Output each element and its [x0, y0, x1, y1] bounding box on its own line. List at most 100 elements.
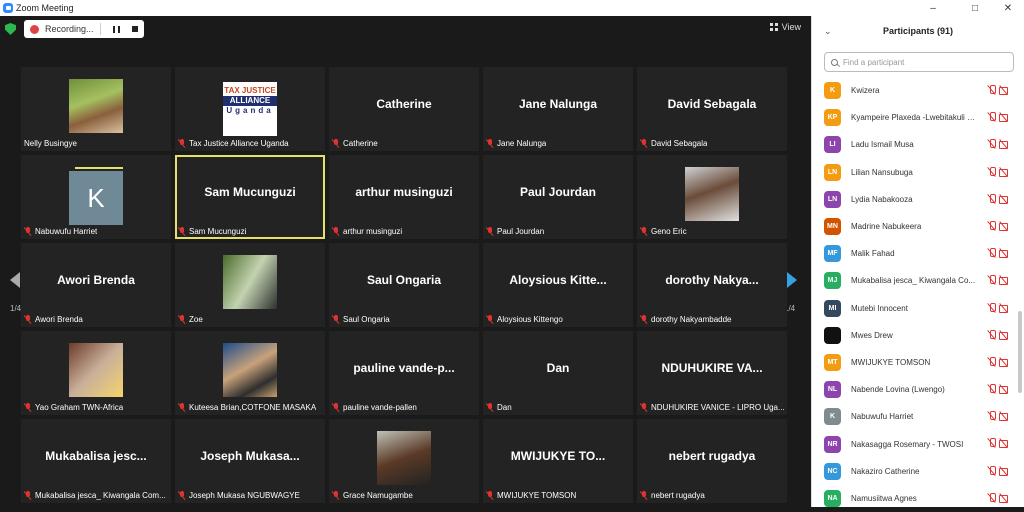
participant-row[interactable]: K Kwizera — [824, 77, 1009, 104]
avatar: MJ — [824, 272, 841, 290]
tile-name-text: Sam Mucunguzi — [189, 227, 247, 236]
video-tile[interactable]: Mukabalisa jesc... Mukabalisa jesca_ Kiwa… — [21, 419, 171, 503]
video-tile[interactable]: Kuteesa Brian,COTFONE MASAKA — [175, 331, 325, 415]
video-off-icon[interactable] — [999, 85, 1009, 95]
video-off-icon[interactable] — [999, 493, 1009, 503]
tile-name-label: nebert rugadya — [640, 491, 705, 500]
video-tile[interactable]: Catherine Catherine — [329, 67, 479, 151]
view-button[interactable]: View — [769, 22, 801, 32]
video-tile[interactable]: Geno Eric — [637, 155, 787, 239]
video-tile[interactable]: Nelly Busingye — [21, 67, 171, 151]
security-shield-icon[interactable] — [5, 23, 16, 35]
pause-recording-button[interactable] — [112, 25, 120, 33]
video-off-icon[interactable] — [999, 330, 1009, 340]
participant-row[interactable]: KP Kyampeire Plaxeda -Lwebitakuli C... — [824, 104, 1009, 131]
tile-name-text: Yao Graham TWN-Africa — [35, 403, 124, 412]
tile-name-label: Joseph Mukasa NGUBWAGYE — [178, 491, 300, 500]
participant-row[interactable]: MF Malik Fahad — [824, 240, 1009, 267]
tile-display-name: MWIJUKYE TO... — [510, 449, 606, 463]
video-tile[interactable]: Paul Jourdan Paul Jourdan — [483, 155, 633, 239]
participant-name: Lydia Nabakooza — [851, 194, 913, 204]
muted-mic-icon[interactable] — [987, 384, 997, 394]
participant-row[interactable]: LN Lilian Nansubuga — [824, 159, 1009, 186]
video-tile[interactable]: MWIJUKYE TO... MWIJUKYE TOMSON — [483, 419, 633, 503]
minimize-button[interactable]: – — [920, 0, 946, 16]
video-tile[interactable]: dorothy Nakya... dorothy Nakyambadde — [637, 243, 787, 327]
muted-mic-icon[interactable] — [987, 139, 997, 149]
muted-mic-icon — [178, 403, 186, 412]
muted-mic-icon[interactable] — [987, 411, 997, 421]
video-tile[interactable]: Dan Dan — [483, 331, 633, 415]
video-tile[interactable]: arthur musinguzi arthur musinguzi — [329, 155, 479, 239]
next-page-arrow-icon[interactable] — [787, 272, 797, 288]
participant-row[interactable]: LI Ladu Ismail Musa — [824, 131, 1009, 158]
muted-mic-icon[interactable] — [987, 329, 997, 340]
tile-name-text: NDUHUKIRE VANICE - LIPRO Uga... — [651, 403, 785, 412]
muted-mic-icon[interactable] — [987, 85, 997, 95]
video-tile[interactable]: Jane Nalunga Jane Nalunga — [483, 67, 633, 151]
video-off-icon[interactable] — [999, 384, 1009, 395]
stop-recording-button[interactable] — [131, 26, 138, 32]
video-tile[interactable]: David Sebagala David Sebagala — [637, 67, 787, 151]
video-tile[interactable]: NDUHUKIRE VA... NDUHUKIRE VANICE - LIPRO … — [637, 331, 787, 415]
muted-mic-icon[interactable] — [987, 248, 997, 258]
muted-mic-icon — [640, 315, 648, 324]
tile-name-label: Mukabalisa jesca_ Kiwangala Com... — [24, 491, 166, 500]
close-button[interactable]: ✕ — [995, 0, 1021, 16]
video-off-icon[interactable] — [999, 438, 1009, 449]
avatar: MF — [824, 245, 841, 263]
video-off-icon[interactable] — [999, 275, 1009, 286]
video-tile[interactable]: TAX JUSTICE ALLIANCE Uganda Tax Justice All… — [175, 67, 325, 151]
participant-row[interactable]: NL Nabende Lovina (Lwengo) — [824, 376, 1009, 403]
logo-text: TAX JUSTICE — [224, 86, 276, 95]
muted-mic-icon[interactable] — [987, 438, 997, 448]
participant-row[interactable]: LN Lydia Nabakooza — [824, 186, 1009, 213]
video-tile[interactable]: Sam Mucunguzi Sam Mucunguzi — [175, 155, 325, 239]
video-off-icon[interactable] — [999, 466, 1009, 476]
avatar: K — [69, 171, 123, 225]
tile-name-text: Catherine — [343, 139, 378, 148]
video-tile[interactable]: pauline vande-p... pauline vande-pallen — [329, 331, 479, 415]
muted-mic-icon[interactable] — [987, 220, 997, 231]
muted-mic-icon[interactable] — [987, 112, 997, 122]
video-tile[interactable]: Joseph Mukasa... Joseph Mukasa NGUBWAGYE — [175, 419, 325, 503]
logo-text: ALLIANCE — [223, 96, 277, 106]
muted-mic-icon[interactable] — [987, 356, 997, 367]
participant-row[interactable]: MJ Mukabalisa jesca_ Kiwangala Co... — [824, 267, 1009, 294]
video-tile[interactable]: Aloysious Kitte... Aloysious Kittengo — [483, 243, 633, 327]
maximize-button[interactable]: □ — [962, 0, 988, 16]
video-off-icon[interactable] — [999, 357, 1009, 367]
participant-row[interactable]: NR Nakasagga Rosemary - TWOSI — [824, 430, 1009, 457]
participant-search-input[interactable]: Find a participant — [824, 52, 1014, 72]
participant-row[interactable]: MT MWIJUKYE TOMSON — [824, 349, 1009, 376]
participant-row[interactable]: NC Nakaziro Catherine — [824, 458, 1009, 485]
participant-row[interactable]: Mwes Drew — [824, 322, 1009, 349]
participant-row[interactable]: MN Madrine Nabukeera — [824, 213, 1009, 240]
video-off-icon[interactable] — [999, 303, 1009, 313]
scrollbar[interactable] — [1018, 311, 1022, 393]
participant-row[interactable]: MI Mutebi Innocent — [824, 295, 1009, 322]
video-off-icon[interactable] — [999, 248, 1009, 259]
video-tile[interactable]: Grace Namugambe — [329, 419, 479, 503]
video-off-icon[interactable] — [999, 411, 1009, 422]
participant-row[interactable]: K Nabuwufu Harriet — [824, 403, 1009, 430]
muted-mic-icon[interactable] — [987, 193, 997, 204]
muted-mic-icon[interactable] — [987, 492, 997, 503]
muted-mic-icon[interactable] — [987, 166, 997, 177]
previous-page-arrow-icon[interactable] — [10, 272, 20, 288]
video-tile[interactable]: Zoe — [175, 243, 325, 327]
video-off-icon[interactable] — [999, 112, 1009, 123]
video-off-icon[interactable] — [999, 194, 1009, 204]
avatar: NC — [824, 462, 841, 480]
video-tile[interactable]: Awori Brenda Awori Brenda — [21, 243, 171, 327]
participant-row[interactable]: NA Namusiitwa Agnes — [824, 485, 1009, 512]
muted-mic-icon[interactable] — [987, 465, 997, 476]
video-off-icon[interactable] — [999, 139, 1009, 150]
video-tile[interactable]: nebert rugadya nebert rugadya — [637, 419, 787, 503]
video-off-icon[interactable] — [999, 167, 1009, 177]
muted-mic-icon[interactable] — [987, 275, 997, 285]
video-off-icon[interactable] — [999, 221, 1009, 231]
video-tile[interactable]: Yao Graham TWN-Africa — [21, 331, 171, 415]
video-tile[interactable]: Saul Ongaria Saul Ongaria — [329, 243, 479, 327]
muted-mic-icon[interactable] — [987, 302, 997, 313]
